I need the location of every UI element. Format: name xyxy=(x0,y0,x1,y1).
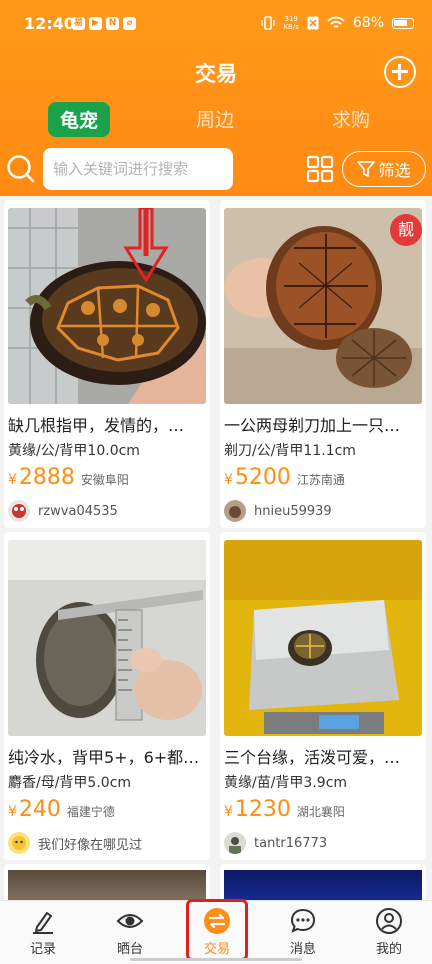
n-badge-icon: N xyxy=(106,17,119,30)
chat-icon xyxy=(290,908,316,933)
net-speed-value: 319 xyxy=(284,15,298,23)
battery-icon xyxy=(392,17,414,29)
nav-profile[interactable]: 我的 xyxy=(359,905,419,961)
listing-card[interactable]: 纯冷水，背甲5+，6+都… 麝香/母/背甲5.0cm ¥ 240 福建宁德 我们… xyxy=(4,532,210,860)
tab-wanted[interactable]: 求购 xyxy=(332,105,370,132)
sim-icon xyxy=(307,16,319,30)
avatar[interactable] xyxy=(224,832,246,854)
listing-card[interactable]: 三个台缘，活泼可爱，… 黄缘/苗/背甲3.9cm ¥ 1230 湖北襄阳 tan… xyxy=(220,532,426,860)
listing-card[interactable] xyxy=(220,864,426,900)
tab-turtle-pets[interactable]: 龟宠 xyxy=(48,102,111,137)
listing-title: 三个台缘，活泼可爱，… xyxy=(224,748,401,767)
wifi-icon xyxy=(327,16,345,28)
filter-icon xyxy=(357,161,376,177)
filter-button[interactable]: 筛选 xyxy=(342,151,426,187)
listing-location: 湖北襄阳 xyxy=(296,805,345,819)
price-row: ¥ 240 福建宁德 xyxy=(8,797,115,822)
nav-label-profile: 我的 xyxy=(375,942,402,957)
status-right: 319 KB/s 68% xyxy=(261,15,414,31)
listing-price: 2888 xyxy=(18,465,75,490)
listing-location: 江苏南通 xyxy=(296,473,345,487)
person-icon xyxy=(376,908,402,934)
page-title: 交易 xyxy=(195,62,237,86)
grid-view-icon[interactable] xyxy=(306,155,334,183)
play-badge-icon: ▶ xyxy=(89,17,102,30)
notification-icons: 易 ▶ N ⌀ xyxy=(72,17,136,30)
nav-showcase[interactable]: 晒台 xyxy=(100,905,160,961)
nav-label-messages: 消息 xyxy=(289,942,316,957)
listing-card[interactable]: 靓 一公两母剃刀加上一只… 剃刀/公/背甲11.1cm ¥ 5200 江苏南通 … xyxy=(220,200,426,528)
highlight-frame xyxy=(186,899,248,961)
seller-row[interactable]: 我们好像在哪见过 xyxy=(8,832,142,854)
listing-spec: 剃刀/公/背甲11.1cm xyxy=(224,443,356,459)
search-icon[interactable] xyxy=(6,154,36,184)
listing-price: 1230 xyxy=(234,797,291,822)
price-row: ¥ 2888 安徽阜阳 xyxy=(8,465,129,490)
seller-name: tantr16773 xyxy=(254,835,328,851)
status-time: 12:40 xyxy=(24,14,75,33)
listing-feed[interactable]: 缺几根指甲，发情的，… 黄缘/公/背甲10.0cm ¥ 2888 安徽阜阳 rz… xyxy=(0,196,432,900)
price-row: ¥ 5200 江苏南通 xyxy=(224,465,345,490)
listing-photo[interactable] xyxy=(8,870,206,900)
listing-card[interactable]: 缺几根指甲，发情的，… 黄缘/公/背甲10.0cm ¥ 2888 安徽阜阳 rz… xyxy=(4,200,210,528)
status-bar: 12:40 易 ▶ N ⌀ 319 KB/s 68% xyxy=(0,0,432,50)
listing-location: 安徽阜阳 xyxy=(80,473,129,487)
filter-label: 筛选 xyxy=(378,161,411,180)
seller-row[interactable]: rzwva04535 xyxy=(8,500,118,522)
avatar[interactable] xyxy=(8,500,30,522)
vibrate-icon xyxy=(261,16,276,30)
seller-name: hnieu59939 xyxy=(254,503,332,519)
currency-symbol: ¥ xyxy=(224,804,233,820)
nav-record[interactable]: 记录 xyxy=(13,905,73,961)
currency-symbol: ¥ xyxy=(224,472,233,488)
circle-badge-icon: ⌀ xyxy=(123,17,136,30)
eye-icon xyxy=(116,914,144,928)
avatar[interactable] xyxy=(224,500,246,522)
search-input[interactable]: 输入关键词进行搜索 xyxy=(43,148,233,190)
seller-row[interactable]: tantr16773 xyxy=(224,832,327,854)
listing-price: 240 xyxy=(18,797,61,822)
featured-badge: 靓 xyxy=(390,214,422,246)
add-listing-button[interactable] xyxy=(384,56,416,88)
listing-photo[interactable] xyxy=(224,870,422,900)
seller-name: 我们好像在哪见过 xyxy=(38,837,143,853)
tab-accessories[interactable]: 周边 xyxy=(196,105,234,132)
listing-title: 纯冷水，背甲5+，6+都… xyxy=(8,748,200,767)
listing-title: 一公两母剃刀加上一只… xyxy=(224,416,401,435)
listing-price: 5200 xyxy=(234,465,291,490)
listing-card[interactable] xyxy=(4,864,210,900)
avatar[interactable] xyxy=(8,832,30,854)
nav-label-record: 记录 xyxy=(29,942,56,957)
seller-row[interactable]: hnieu59939 xyxy=(224,500,332,522)
listing-spec: 黄缘/公/背甲10.0cm xyxy=(8,443,140,459)
battery-percent: 68% xyxy=(352,15,384,31)
top-header: 12:40 易 ▶ N ⌀ 319 KB/s 68% 交易 龟宠 周边 求购 输入… xyxy=(0,0,432,196)
app-badge-icon: 易 xyxy=(72,17,85,30)
net-speed-unit: KB/s xyxy=(283,23,299,31)
listing-photo[interactable] xyxy=(224,540,422,736)
nav-messages[interactable]: 消息 xyxy=(273,905,333,961)
price-row: ¥ 1230 湖北襄阳 xyxy=(224,797,345,822)
listing-title: 缺几根指甲，发情的，… xyxy=(8,416,185,435)
listing-location: 福建宁德 xyxy=(66,805,115,819)
currency-symbol: ¥ xyxy=(8,804,17,820)
currency-symbol: ¥ xyxy=(8,472,17,488)
seller-name: rzwva04535 xyxy=(38,503,118,519)
net-speed: 319 KB/s xyxy=(283,15,298,31)
pen-icon xyxy=(33,912,53,934)
nav-label-showcase: 晒台 xyxy=(116,942,143,957)
listing-spec: 麝香/母/背甲5.0cm xyxy=(8,775,132,791)
home-indicator[interactable] xyxy=(130,958,302,961)
listing-photo[interactable] xyxy=(8,540,206,736)
listing-spec: 黄缘/苗/背甲3.9cm xyxy=(224,775,348,791)
listing-photo[interactable] xyxy=(8,208,206,404)
